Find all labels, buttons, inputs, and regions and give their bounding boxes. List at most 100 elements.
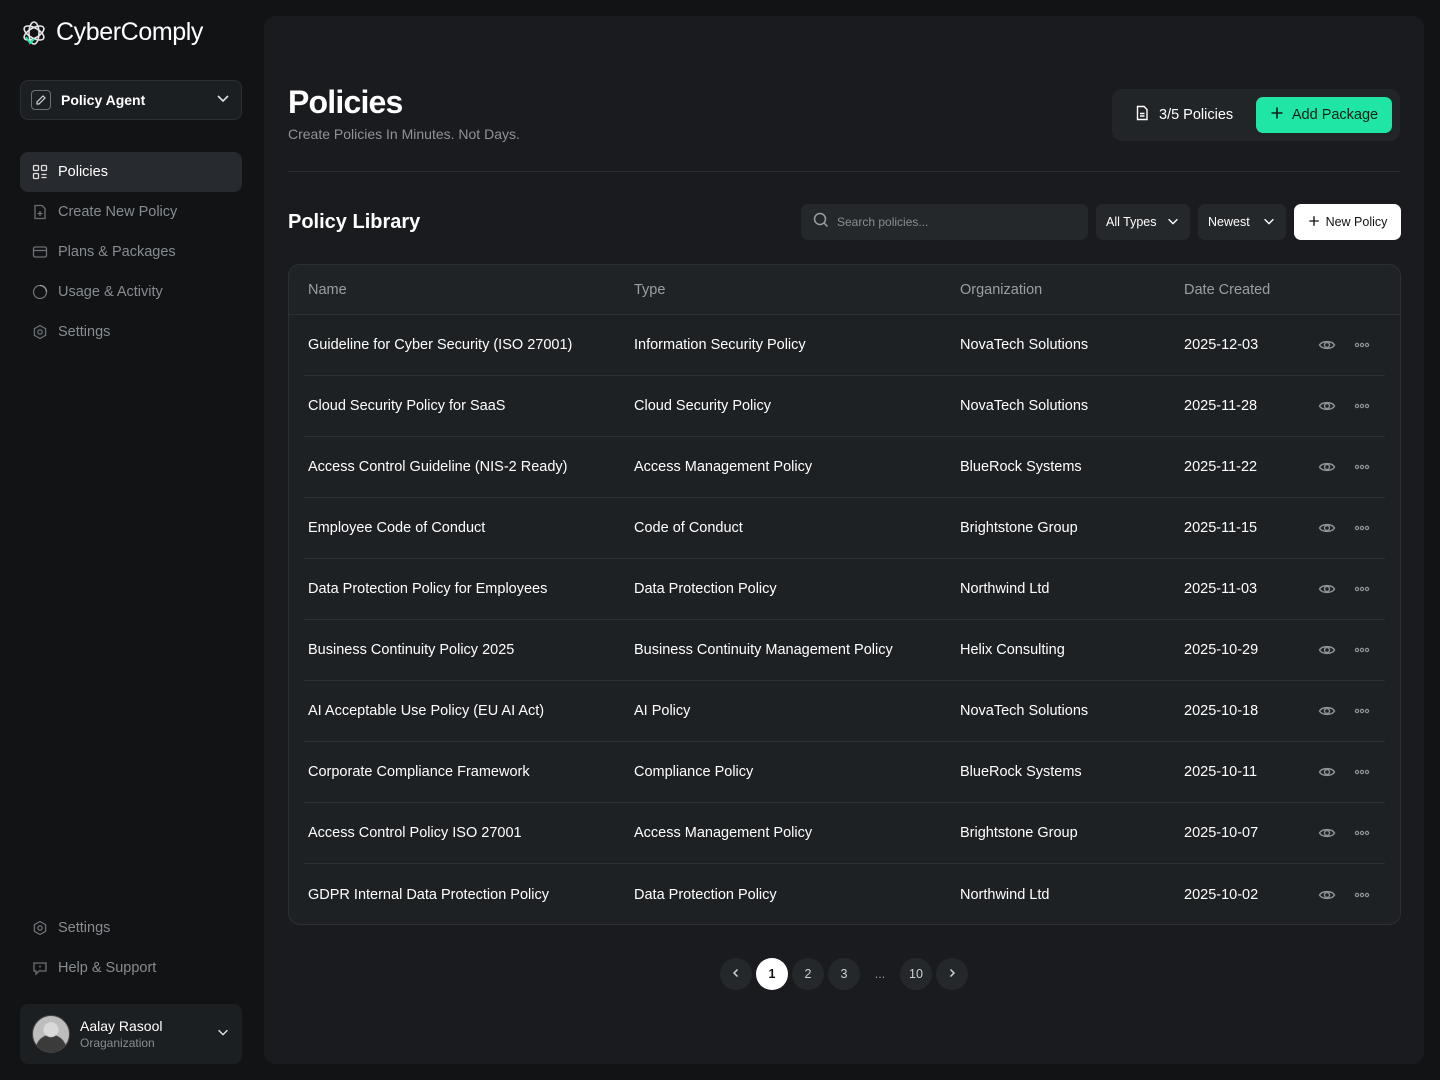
eye-icon[interactable] [1317, 518, 1337, 538]
next-page-button[interactable] [936, 958, 968, 990]
sidebar-item-plans-packages[interactable]: Plans & Packages [20, 232, 242, 272]
table-row[interactable]: Corporate Compliance Framework Compliance… [304, 742, 1385, 803]
user-org: Oraganization [80, 1036, 155, 1050]
sidebar-item-settings[interactable]: Settings [20, 312, 242, 352]
gear-icon [32, 324, 48, 340]
cell-organization: Northwind Ltd [960, 581, 1050, 597]
header-actions: 3/5 Policies Add Package [1112, 89, 1400, 141]
sidebar-item-settings-bottom[interactable]: Settings [20, 908, 242, 948]
page-subtitle: Create Policies In Minutes. Not Days. [288, 126, 520, 142]
eye-icon[interactable] [1317, 396, 1337, 416]
user-menu[interactable]: Aalay Rasool Oraganization [20, 1004, 242, 1064]
table-row[interactable]: AI Acceptable Use Policy (EU AI Act) AI P… [304, 681, 1385, 742]
card-icon [32, 244, 48, 260]
eye-icon[interactable] [1317, 701, 1337, 721]
cell-date-created: 2025-10-29 [1184, 642, 1259, 658]
cell-organization: BlueRock Systems [960, 764, 1082, 780]
chevron-down-icon [1262, 214, 1276, 231]
cell-date-created: 2025-12-03 [1184, 337, 1259, 353]
cell-organization: NovaTech Solutions [960, 703, 1089, 719]
cell-date-created: 2025-11-22 [1184, 459, 1258, 475]
sort-dropdown[interactable]: Newest [1198, 204, 1286, 240]
new-policy-label: New Policy [1325, 215, 1388, 229]
cell-type: Access Management Policy [634, 825, 813, 841]
policy-table: Name Type Organization Date Created Guid… [288, 264, 1401, 925]
more-options-icon[interactable] [1352, 885, 1372, 905]
column-header-type[interactable]: Type [634, 282, 665, 298]
gear-icon [32, 920, 48, 936]
sidebar-item-label: Create New Policy [58, 204, 178, 220]
sidebar-item-create-new-policy[interactable]: Create New Policy [20, 192, 242, 232]
table-row[interactable]: Business Continuity Policy 2025 Business … [304, 620, 1385, 681]
cell-organization: NovaTech Solutions [960, 337, 1089, 353]
cell-name: Employee Code of Conduct [308, 520, 486, 536]
sidebar-item-label: Settings [58, 324, 111, 340]
plus-icon [1308, 215, 1320, 230]
new-policy-button[interactable]: New Policy [1294, 204, 1401, 240]
more-options-icon[interactable] [1352, 579, 1372, 599]
cell-date-created: 2025-10-07 [1184, 825, 1259, 841]
cell-date-created: 2025-11-28 [1184, 398, 1258, 414]
sidebar-item-policies[interactable]: Policies [20, 152, 242, 192]
cell-date-created: 2025-11-15 [1184, 520, 1258, 536]
more-options-icon[interactable] [1352, 640, 1372, 660]
more-options-icon[interactable] [1352, 518, 1372, 538]
brand[interactable]: CyberComply [20, 18, 203, 47]
more-options-icon[interactable] [1352, 457, 1372, 477]
sidebar-item-label: Help & Support [58, 960, 157, 976]
table-row[interactable]: Employee Code of Conduct Code of Conduct B… [304, 498, 1385, 559]
cell-name: Access Control Guideline (NIS-2 Ready) [308, 459, 568, 475]
cell-type: Data Protection Policy [634, 581, 777, 597]
pagination: 1 2 3 ... 10 [720, 958, 968, 990]
chevron-down-icon [1166, 214, 1180, 231]
eye-icon[interactable] [1317, 457, 1337, 477]
chevron-left-icon [731, 967, 741, 981]
table-row[interactable]: GDPR Internal Data Protection Policy Data… [304, 864, 1385, 924]
table-row[interactable]: Data Protection Policy for Employees Data… [304, 559, 1385, 620]
chevron-right-icon [947, 967, 957, 981]
table-row[interactable]: Access Control Policy ISO 27001 Access Ma… [304, 803, 1385, 864]
eye-icon[interactable] [1317, 579, 1337, 599]
table-row[interactable]: Access Control Guideline (NIS-2 Ready) Ac… [304, 437, 1385, 498]
cell-type: AI Policy [634, 703, 691, 719]
eye-icon[interactable] [1317, 762, 1337, 782]
avatar [32, 1015, 70, 1053]
eye-icon[interactable] [1317, 640, 1337, 660]
page-button-3[interactable]: 3 [828, 958, 860, 990]
cell-name: GDPR Internal Data Protection Policy [308, 886, 549, 903]
page-button-1[interactable]: 1 [756, 958, 788, 990]
eye-icon[interactable] [1317, 335, 1337, 355]
plus-icon [1270, 106, 1284, 124]
column-header-name[interactable]: Name [308, 282, 347, 298]
eye-icon[interactable] [1317, 885, 1337, 905]
type-filter-dropdown[interactable]: All Types [1096, 204, 1190, 240]
eye-icon[interactable] [1317, 823, 1337, 843]
edit-document-icon [31, 90, 51, 110]
more-options-icon[interactable] [1352, 823, 1372, 843]
sidebar-item-usage-activity[interactable]: Usage & Activity [20, 272, 242, 312]
section-title: Policy Library [288, 211, 421, 233]
cell-type: Information Security Policy [634, 337, 806, 353]
sidebar-item-help-support[interactable]: Help & Support [20, 948, 242, 988]
more-options-icon[interactable] [1352, 762, 1372, 782]
agent-select[interactable]: Policy Agent [20, 80, 242, 120]
table-row[interactable]: Guideline for Cyber Security (ISO 27001)… [304, 315, 1385, 376]
sidebar-item-label: Policies [58, 164, 108, 180]
table-row[interactable]: Cloud Security Policy for SaaS Cloud Secu… [304, 376, 1385, 437]
cell-type: Cloud Security Policy [634, 398, 771, 414]
help-chat-icon [32, 960, 48, 976]
previous-page-button[interactable] [720, 958, 752, 990]
column-header-organization[interactable]: Organization [960, 282, 1042, 298]
more-options-icon[interactable] [1352, 335, 1372, 355]
add-package-button[interactable]: Add Package [1256, 97, 1392, 133]
column-header-date-created[interactable]: Date Created [1184, 282, 1270, 298]
more-options-icon[interactable] [1352, 701, 1372, 721]
cell-organization: Northwind Ltd [960, 886, 1050, 903]
sidebar-item-label: Plans & Packages [58, 244, 176, 260]
page-button-10[interactable]: 10 [900, 958, 932, 990]
agent-label: Policy Agent [61, 92, 146, 108]
sidebar: CyberComply Policy Agent Policies Create… [0, 0, 264, 1080]
page-button-2[interactable]: 2 [792, 958, 824, 990]
more-options-icon[interactable] [1352, 396, 1372, 416]
search-input[interactable] [837, 215, 1076, 229]
